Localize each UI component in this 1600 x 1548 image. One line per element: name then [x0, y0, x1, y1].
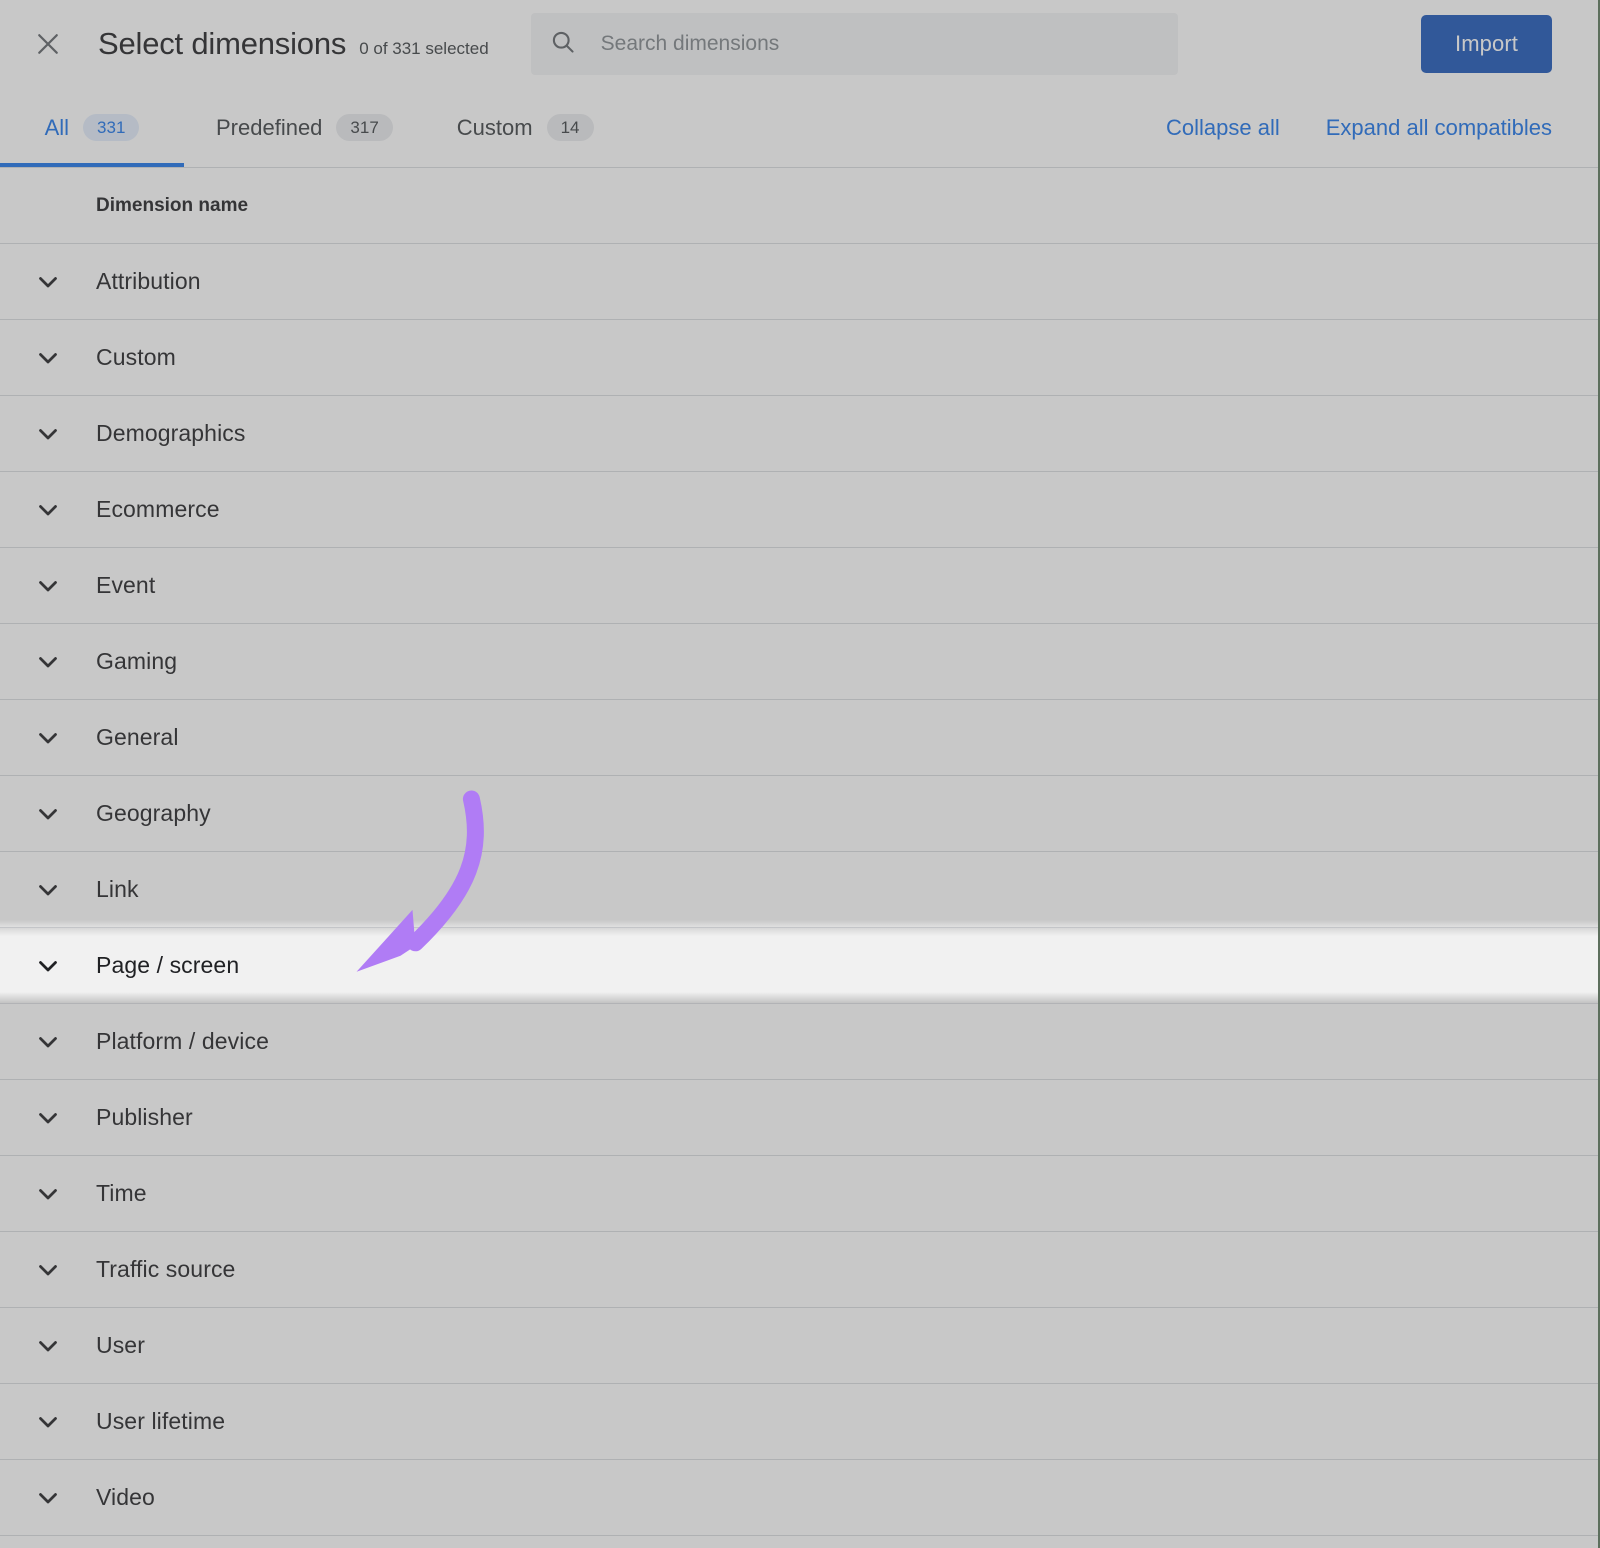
chevron-down-icon[interactable] — [24, 258, 72, 306]
page-title: Select dimensions — [98, 26, 347, 61]
table-row[interactable]: Ecommerce — [0, 472, 1598, 548]
table-row[interactable]: Video — [0, 1460, 1598, 1536]
table-row[interactable]: Publisher — [0, 1080, 1598, 1156]
table-row[interactable]: Time — [0, 1156, 1598, 1232]
chevron-down-icon[interactable] — [24, 1398, 72, 1446]
table-row[interactable]: Traffic source — [0, 1232, 1598, 1308]
chevron-down-icon[interactable] — [24, 1246, 72, 1294]
chevron-down-icon[interactable] — [24, 1322, 72, 1370]
dialog-header: Select dimensions 0 of 331 selected Impo… — [0, 0, 1598, 88]
tab-bar: All 331 Predefined 317 Custom 14 Collaps… — [0, 88, 1598, 168]
dimension-list: Attribution Custom Demographics Ecommerce Ev… — [0, 244, 1598, 1536]
selection-count: 0 of 331 selected — [359, 39, 489, 58]
chevron-down-icon[interactable] — [24, 410, 72, 458]
table-column-header: Dimension name — [0, 168, 1598, 244]
import-button[interactable]: Import — [1421, 15, 1552, 73]
chevron-down-icon[interactable] — [24, 1170, 72, 1218]
chevron-down-icon[interactable] — [24, 714, 72, 762]
table-row[interactable]: Attribution — [0, 244, 1598, 320]
table-row-label: Publisher — [96, 1104, 193, 1130]
chevron-down-icon[interactable] — [24, 562, 72, 610]
table-row[interactable]: General — [0, 700, 1598, 776]
table-row-label: User — [96, 1332, 145, 1358]
chevron-down-icon[interactable] — [24, 942, 72, 990]
chevron-down-icon[interactable] — [24, 1474, 72, 1522]
tab-actions: Collapse all Expand all compatibles — [1166, 88, 1552, 167]
tab-custom[interactable]: Custom 14 — [425, 88, 626, 167]
table-row-label: Platform / device — [96, 1028, 269, 1054]
table-row-label: Attribution — [96, 268, 201, 294]
table-row[interactable]: Custom — [0, 320, 1598, 396]
chevron-down-icon[interactable] — [24, 638, 72, 686]
tab-all-badge: 331 — [83, 114, 140, 141]
table-row-label: Time — [96, 1180, 147, 1206]
table-row-label: Page / screen — [96, 952, 240, 978]
collapse-all-link[interactable]: Collapse all — [1166, 115, 1280, 141]
table-row[interactable]: User — [0, 1308, 1598, 1384]
table-row[interactable]: Gaming — [0, 624, 1598, 700]
table-row-label: Custom — [96, 344, 176, 370]
expand-all-compatibles-link[interactable]: Expand all compatibles — [1326, 115, 1552, 141]
table-row-label: General — [96, 724, 179, 750]
close-icon — [33, 29, 63, 59]
table-row[interactable]: Link — [0, 852, 1598, 928]
table-row[interactable]: Page / screen — [0, 928, 1598, 1004]
title-group: Select dimensions 0 of 331 selected — [98, 26, 489, 62]
tab-list: All 331 Predefined 317 Custom 14 — [0, 88, 626, 167]
search-icon — [549, 28, 577, 61]
table-row-label: Event — [96, 572, 156, 598]
tab-predefined[interactable]: Predefined 317 — [184, 88, 425, 167]
table-row[interactable]: Geography — [0, 776, 1598, 852]
chevron-down-icon[interactable] — [24, 1018, 72, 1066]
table-row-label: Ecommerce — [96, 496, 220, 522]
table-row-label: Demographics — [96, 420, 246, 446]
search-input[interactable] — [598, 13, 1160, 75]
tab-predefined-badge: 317 — [336, 114, 393, 141]
table-row-label: Gaming — [96, 648, 178, 674]
dimension-picker-screen: Select dimensions 0 of 331 selected Impo… — [0, 0, 1600, 1548]
table-row-label: Geography — [96, 800, 211, 826]
tab-custom-badge: 14 — [546, 114, 594, 141]
app-surface: Select dimensions 0 of 331 selected Impo… — [0, 0, 1598, 1548]
table-row[interactable]: Platform / device — [0, 1004, 1598, 1080]
table-row[interactable]: Event — [0, 548, 1598, 624]
tab-custom-label: Custom — [456, 114, 533, 140]
table-row[interactable]: Demographics — [0, 396, 1598, 472]
tab-all-label: All — [44, 114, 70, 140]
table-row-label: Video — [96, 1484, 155, 1510]
column-header-dimension-name: Dimension name — [96, 194, 249, 216]
table-row-label: Traffic source — [96, 1256, 236, 1282]
table-row[interactable]: User lifetime — [0, 1384, 1598, 1460]
tab-predefined-label: Predefined — [216, 114, 323, 140]
table-row-label: Link — [96, 876, 139, 902]
chevron-down-icon[interactable] — [24, 866, 72, 914]
chevron-down-icon[interactable] — [24, 334, 72, 382]
table-row-label: User lifetime — [96, 1408, 226, 1434]
chevron-down-icon[interactable] — [24, 790, 72, 838]
tab-all[interactable]: All 331 — [0, 88, 184, 167]
chevron-down-icon[interactable] — [24, 486, 72, 534]
close-button[interactable] — [24, 20, 72, 68]
search-box[interactable] — [530, 13, 1178, 75]
chevron-down-icon[interactable] — [24, 1094, 72, 1142]
